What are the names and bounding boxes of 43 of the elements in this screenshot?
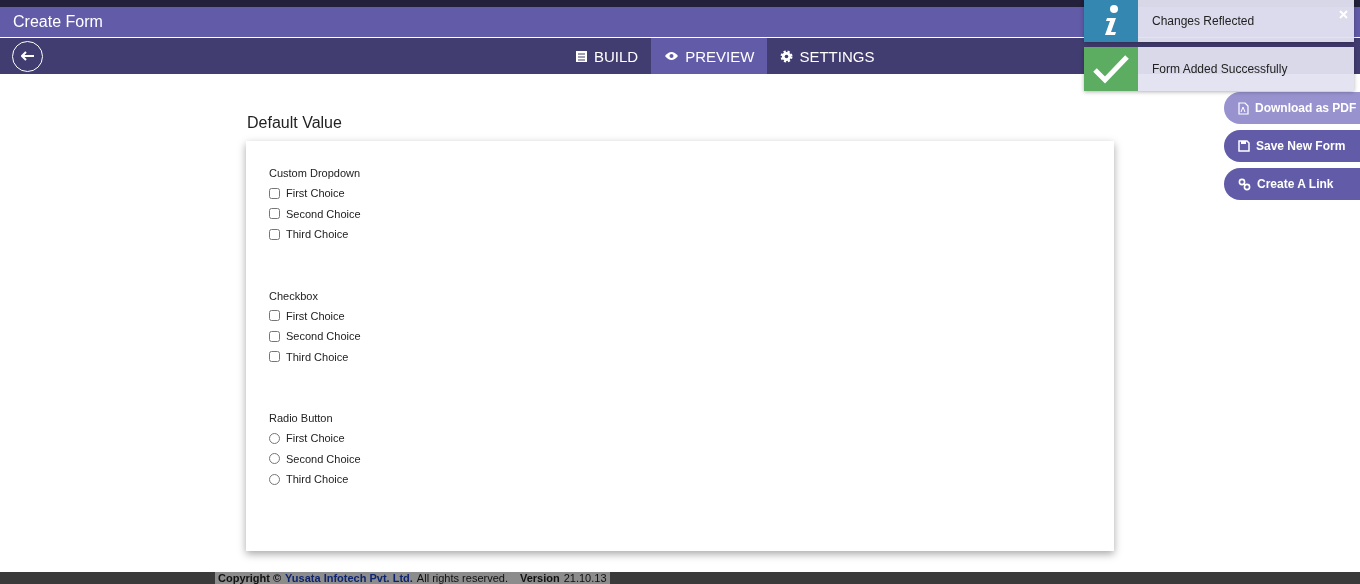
radio-button[interactable] <box>269 432 280 444</box>
document-icon <box>1238 101 1249 115</box>
option-label: Third Choice <box>286 228 349 241</box>
field-label: Radio Button <box>269 412 334 424</box>
option-label: Second Choice <box>286 452 361 465</box>
toast-message: Form Added Successfully <box>1152 62 1288 76</box>
field-label: Checkbox <box>269 289 319 302</box>
option-label: First Choice <box>286 187 345 200</box>
checkbox[interactable] <box>269 351 280 363</box>
rights-text: All rights reserved. <box>416 572 508 584</box>
checkbox[interactable] <box>269 228 280 240</box>
save-icon <box>1238 140 1250 152</box>
tab[interactable]: BUILD <box>562 38 652 74</box>
checkbox[interactable] <box>269 208 280 220</box>
option-label: Second Choice <box>286 207 361 220</box>
option-label: Third Choice <box>286 473 349 486</box>
action-button[interactable]: Create A Link <box>1224 168 1360 200</box>
window-title: Create Form <box>13 13 103 31</box>
list-icon <box>575 49 588 63</box>
option-label: First Choice <box>286 309 345 322</box>
version-number: 21.10.13 <box>563 572 607 584</box>
option-label: Third Choice <box>286 350 349 363</box>
check-icon <box>1092 54 1130 84</box>
radio-button[interactable] <box>269 453 280 465</box>
option-label: Second Choice <box>286 330 361 343</box>
back-arrow-icon <box>20 51 35 61</box>
tab[interactable]: SETTINGS <box>767 38 888 74</box>
checkbox[interactable] <box>269 310 280 322</box>
option-label: First Choice <box>286 432 345 445</box>
settings-icon <box>780 49 794 63</box>
checkbox[interactable] <box>269 330 280 342</box>
tab[interactable]: PREVIEW <box>651 38 768 74</box>
eye-icon <box>664 51 680 61</box>
version-label: Version <box>519 572 560 584</box>
radio-button[interactable] <box>269 473 280 485</box>
copyright-text: Copyright © <box>218 572 282 584</box>
link-icon <box>1238 177 1251 191</box>
toast-message: Changes Reflected <box>1152 14 1255 28</box>
company-link[interactable]: Yusata Infotech Pvt. Ltd. <box>285 572 413 584</box>
form-title: Default Value <box>247 114 343 132</box>
field-label: Custom Dropdown <box>269 167 362 179</box>
checkbox[interactable] <box>269 187 280 199</box>
action-button[interactable]: Save New Form <box>1224 130 1360 162</box>
